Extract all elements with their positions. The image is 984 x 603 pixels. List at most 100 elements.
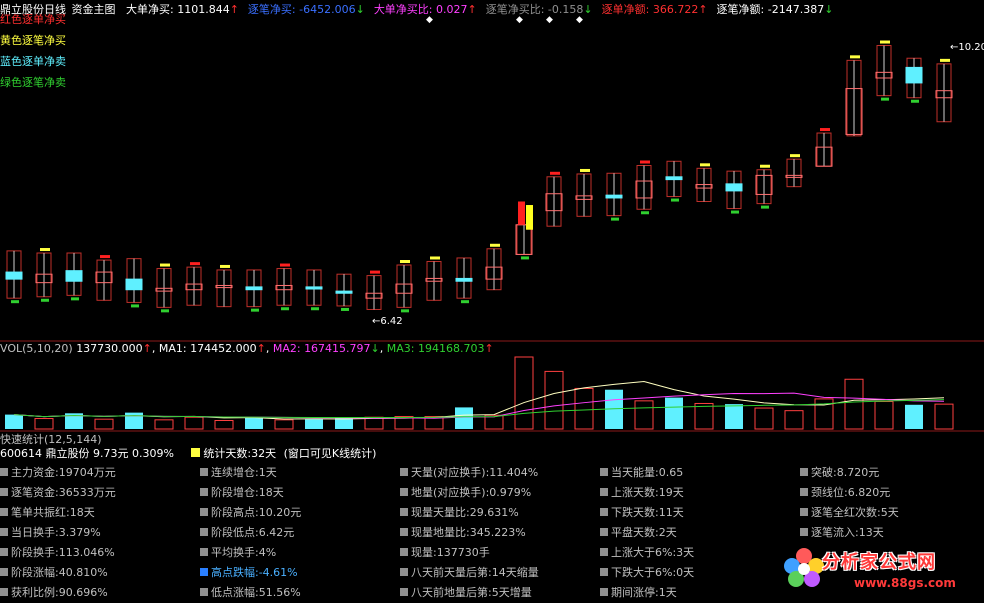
stat-2-5: 八天前天量后第:14天缩量 bbox=[400, 566, 539, 580]
stat-1-3: 阶段低点:6.42元 bbox=[200, 526, 294, 540]
volume-bar bbox=[694, 402, 714, 430]
stat-0-2: 笔单共振红:18天 bbox=[0, 506, 95, 520]
site-logo: 分析家公式网 www.88gs.com bbox=[784, 540, 980, 600]
high-price-label: ←10.20 bbox=[950, 42, 984, 53]
header-item-5: 逐笔净额: -2147.387↓ bbox=[716, 3, 834, 16]
header-item-arrow-0: ↑ bbox=[229, 3, 239, 16]
stat-1-4: 平均换手:4% bbox=[200, 546, 276, 560]
stat-bullet-icon bbox=[200, 548, 208, 556]
sell-marker bbox=[461, 300, 469, 304]
stat-bullet-icon bbox=[0, 508, 8, 516]
sell-marker bbox=[71, 297, 79, 301]
stat-bullet-icon bbox=[800, 528, 808, 536]
stat-3-4: 上涨大于6%:3天 bbox=[600, 546, 694, 560]
stat-bullet-icon bbox=[0, 588, 8, 596]
stat-0-5: 阶段涨幅:40.810% bbox=[0, 566, 108, 580]
volume-bar bbox=[305, 419, 323, 429]
stat-bullet-icon bbox=[600, 488, 608, 496]
volume-bar bbox=[245, 417, 263, 429]
period-note: (窗口可见K线统计) bbox=[283, 447, 377, 460]
legend-item-0: 红色逐单净买 bbox=[0, 13, 66, 26]
volume-bar bbox=[34, 418, 54, 430]
buy-marker bbox=[220, 264, 230, 268]
volume-bar bbox=[154, 419, 174, 430]
sell-marker bbox=[251, 308, 259, 312]
ma1-label: MA1: bbox=[158, 342, 187, 355]
logo-text: 分析家公式网 bbox=[822, 552, 936, 573]
sell-marker bbox=[611, 217, 619, 221]
stat-0-3: 当日换手:3.379% bbox=[0, 526, 101, 540]
buy-marker bbox=[280, 263, 290, 267]
candle-body bbox=[125, 278, 143, 291]
stat-3-3: 平盘天数:2天 bbox=[600, 526, 677, 540]
buy-marker bbox=[580, 168, 590, 172]
volume-bar bbox=[574, 387, 594, 430]
legend-item-3: 绿色逐笔净卖 bbox=[0, 76, 66, 89]
stat-bullet-icon bbox=[200, 488, 208, 496]
volume-bar bbox=[784, 410, 804, 430]
stat-1-5: 高点跌幅:-4.61% bbox=[200, 566, 298, 580]
low-price-label: ←6.42 bbox=[372, 316, 403, 327]
buy-marker bbox=[760, 164, 770, 168]
header-item-0: 大单净买: 1101.844↑ bbox=[126, 3, 239, 16]
volume-bar bbox=[665, 397, 683, 429]
stat-2-1: 地量(对应换手):0.979% bbox=[400, 486, 531, 500]
stat-3-0: 当天能量:0.65 bbox=[600, 466, 683, 480]
volume-bar bbox=[274, 419, 294, 430]
stats-title[interactable]: 快速统计(12,5,144) bbox=[0, 433, 102, 447]
buy-marker bbox=[430, 256, 440, 260]
red-net-buy-bar bbox=[518, 201, 525, 225]
sell-marker bbox=[641, 211, 649, 215]
stat-bullet-icon bbox=[400, 588, 408, 596]
stats-subheader: 600614 鼎立股份 9.73元 0.309% 统计天数:32天 (窗口可见K… bbox=[0, 447, 376, 461]
buy-marker bbox=[40, 248, 50, 252]
sell-marker bbox=[731, 210, 739, 214]
header-item-4: 逐单净额: 366.722↑ bbox=[601, 3, 708, 16]
stat-bullet-icon bbox=[800, 508, 808, 516]
ma2-label: MA2: bbox=[272, 342, 301, 355]
volume-bar bbox=[214, 419, 234, 430]
sell-marker bbox=[11, 300, 19, 304]
candle-body bbox=[665, 176, 683, 181]
volume-value: 137730.000 bbox=[76, 342, 143, 355]
stat-bullet-icon bbox=[200, 588, 208, 596]
buy-marker bbox=[160, 263, 170, 267]
buy-marker bbox=[370, 270, 380, 274]
header-item-1: 逐笔净买: -6452.006↓ bbox=[247, 3, 365, 16]
ma1-arrow: ↑ bbox=[256, 342, 266, 355]
header-item-3: 逐笔净买比: -0.158↓ bbox=[485, 3, 593, 16]
stat-bullet-icon bbox=[200, 468, 208, 476]
stat-0-4: 阶段换手:113.046% bbox=[0, 546, 115, 560]
stat-2-4: 现量:137730手 bbox=[400, 546, 490, 560]
sell-marker bbox=[281, 307, 289, 311]
volume-label[interactable]: VOL(5,10,20) bbox=[0, 342, 73, 355]
volume-bar bbox=[754, 407, 774, 430]
yellow-net-buy-bar bbox=[526, 205, 533, 230]
volume-bar bbox=[94, 418, 114, 430]
sell-marker bbox=[161, 309, 169, 313]
candle-body bbox=[905, 66, 923, 84]
legend-item-2: 蓝色逐单净卖 bbox=[0, 55, 66, 68]
ma2-arrow: ↓ bbox=[370, 342, 380, 355]
stat-0-0: 主力资金:19704万元 bbox=[0, 466, 116, 480]
header-item-arrow-1: ↓ bbox=[355, 3, 365, 16]
candle-body bbox=[335, 290, 353, 294]
volume-value-arrow: ↑ bbox=[142, 342, 152, 355]
volume-bar bbox=[184, 416, 204, 430]
ma1-value: 174452.000 bbox=[190, 342, 257, 355]
stat-3-6: 期间涨停:1天 bbox=[600, 586, 677, 600]
stat-1-2: 阶段高点:10.20元 bbox=[200, 506, 301, 520]
main-chart-label[interactable]: 资金主图 bbox=[72, 3, 116, 16]
sell-marker bbox=[761, 205, 769, 209]
stat-bullet-icon bbox=[600, 508, 608, 516]
buy-marker bbox=[640, 160, 650, 164]
stat-bullet-icon bbox=[0, 468, 8, 476]
sell-marker bbox=[521, 256, 529, 260]
stock-code-line: 600614 鼎立股份 9.73元 0.309% bbox=[0, 447, 174, 460]
volume-bar bbox=[125, 412, 143, 429]
legend-item-1: 黄色逐笔净买 bbox=[0, 34, 66, 47]
buy-marker bbox=[850, 55, 860, 59]
stat-bullet-icon bbox=[0, 548, 8, 556]
candle-body bbox=[5, 271, 23, 280]
sell-marker bbox=[671, 198, 679, 202]
